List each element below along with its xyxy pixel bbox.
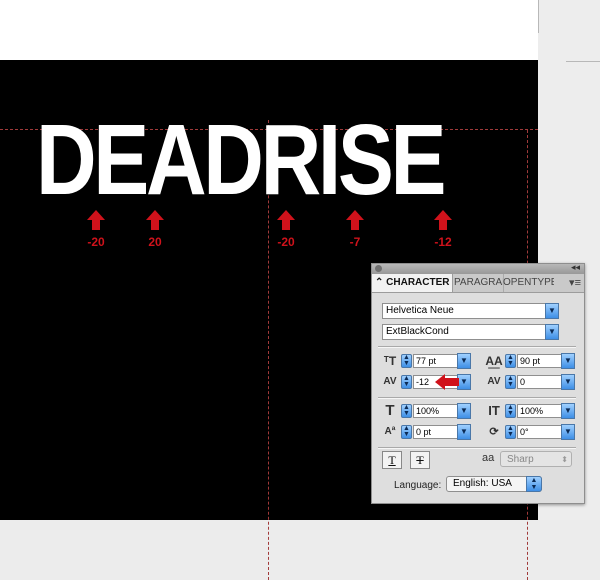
horizontal-scale-field[interactable]: IT ▲ ▼ 100% ▼: [484, 403, 579, 419]
anti-alias-icon: aa: [482, 452, 495, 464]
baseline-shift-field[interactable]: Aª ▲ ▼ 0 pt ▼: [380, 424, 475, 440]
tracking-field[interactable]: AV ▲ ▼ 0 ▼: [484, 374, 579, 390]
language-value: English: USA: [453, 478, 512, 489]
stepper-icon[interactable]: ▲ ▼: [505, 404, 516, 418]
kerning-marker-label: 20: [148, 235, 162, 249]
close-icon[interactable]: [375, 265, 382, 272]
collapse-icon[interactable]: ◂◂: [571, 262, 580, 273]
tracking-input[interactable]: 0: [517, 375, 563, 389]
anti-alias-value: Sharp: [507, 454, 534, 465]
stepper-icon[interactable]: ▲ ▼: [505, 375, 516, 389]
leading-field[interactable]: A͟A ▲ ▼ 90 pt ▼: [484, 353, 579, 369]
up-arrow-icon: [277, 210, 295, 220]
up-arrow-icon: [87, 210, 105, 220]
chevron-down-icon[interactable]: ▼: [561, 424, 575, 440]
chevron-down-icon[interactable]: ▼: [457, 374, 471, 390]
stepper-icon[interactable]: ▲ ▼: [505, 425, 516, 439]
underline-icon: T: [388, 453, 396, 467]
font-size-field[interactable]: ᵀT ▲ ▼ 77 pt ▼: [380, 353, 475, 369]
kerning-marker-label: -12: [434, 235, 452, 249]
chevron-down-icon[interactable]: ▼: [561, 403, 575, 419]
chevron-updown-icon[interactable]: ▲ ▼: [526, 476, 542, 492]
divider: [378, 447, 576, 449]
language-select[interactable]: English: USA ▲ ▼: [446, 476, 542, 492]
vertical-scale-icon: T: [385, 402, 395, 419]
rotation-input[interactable]: 0°: [517, 425, 563, 439]
kerning-marker: -20: [76, 210, 116, 249]
underline-button[interactable]: T: [382, 451, 402, 469]
page-edge-line: [538, 0, 539, 33]
chevron-down-icon[interactable]: ▼: [545, 324, 559, 340]
font-family-value: Helvetica Neue: [386, 305, 454, 316]
kerning-marker: -12: [423, 210, 463, 249]
stepper-icon[interactable]: ▲ ▼: [401, 404, 412, 418]
up-arrow-icon: [146, 210, 164, 220]
page-top-area: [0, 0, 538, 60]
font-size-icon: ᵀT: [383, 354, 397, 368]
font-family-select[interactable]: Helvetica Neue ▼: [382, 303, 559, 319]
baseline-shift-input[interactable]: 0 pt: [413, 425, 459, 439]
divider: [378, 346, 576, 348]
baseline-shift-icon: Aª: [384, 426, 396, 437]
character-panel: ◂◂ ⌃ CHARACTER PARAGRAPH OPENTYPE ▾≡ Hel…: [371, 262, 585, 504]
tab-paragraph[interactable]: PARAGRAPH: [451, 274, 504, 292]
divider: [378, 397, 576, 399]
anti-alias-select[interactable]: Sharp ⬍: [500, 451, 572, 467]
leading-input[interactable]: 90 pt: [517, 354, 563, 368]
font-style-select[interactable]: ExtBlackCond ▼: [382, 324, 559, 340]
page-edge-line: [566, 61, 600, 62]
stepper-icon[interactable]: ▲ ▼: [505, 354, 516, 368]
kerning-marker-label: -20: [277, 235, 295, 249]
chevron-down-icon[interactable]: ▼: [561, 353, 575, 369]
vertical-scale-input[interactable]: 100%: [413, 404, 459, 418]
kerning-marker: -7: [335, 210, 375, 249]
chevron-down-icon[interactable]: ▼: [457, 403, 471, 419]
horizontal-scale-icon: IT: [488, 403, 500, 418]
rotation-icon: ⟳: [489, 426, 499, 438]
kerning-marker-label: -7: [349, 235, 361, 249]
tracking-icon: AV: [487, 376, 501, 387]
kerning-marker: -20: [266, 210, 306, 249]
vertical-scale-field[interactable]: T ▲ ▼ 100% ▼: [380, 403, 475, 419]
annotation-arrow-icon: [435, 374, 459, 390]
chevron-down-icon[interactable]: ▼: [545, 303, 559, 319]
font-size-input[interactable]: 77 pt: [413, 354, 459, 368]
tab-opentype[interactable]: OPENTYPE: [500, 274, 554, 292]
up-arrow-icon: [434, 210, 452, 220]
kerning-marker: 20: [135, 210, 175, 249]
panel-tabs: ⌃ CHARACTER PARAGRAPH OPENTYPE ▾≡: [372, 274, 584, 293]
stepper-icon[interactable]: ▲ ▼: [401, 375, 412, 389]
horizontal-scale-input[interactable]: 100%: [517, 404, 563, 418]
chevron-down-icon[interactable]: ▼: [561, 374, 575, 390]
chevron-down-icon[interactable]: ▼: [457, 424, 471, 440]
strikethrough-button[interactable]: T: [410, 451, 430, 469]
up-arrow-icon: [346, 210, 364, 220]
headline-text[interactable]: DEADRISE: [36, 110, 447, 210]
language-label: Language:: [394, 480, 442, 491]
rotation-field[interactable]: ⟳ ▲ ▼ 0° ▼: [484, 424, 579, 440]
tab-character[interactable]: ⌃ CHARACTER: [372, 274, 453, 292]
strikethrough-icon: T: [416, 453, 424, 467]
panel-menu-icon[interactable]: ▾≡: [569, 276, 581, 289]
stepper-icon[interactable]: ▲ ▼: [401, 354, 412, 368]
kerning-field[interactable]: AV ▲ ▼ -12 ▼: [380, 374, 475, 390]
chevron-down-icon[interactable]: ▼: [457, 353, 471, 369]
kerning-marker-label: -20: [87, 235, 105, 249]
chevron-updown-icon: ⬍: [561, 455, 568, 464]
leading-icon: A͟A: [485, 354, 503, 368]
kerning-icon: AV: [383, 376, 397, 387]
panel-titlebar[interactable]: ◂◂: [372, 262, 584, 274]
stepper-icon[interactable]: ▲ ▼: [401, 425, 412, 439]
font-style-value: ExtBlackCond: [386, 326, 449, 337]
